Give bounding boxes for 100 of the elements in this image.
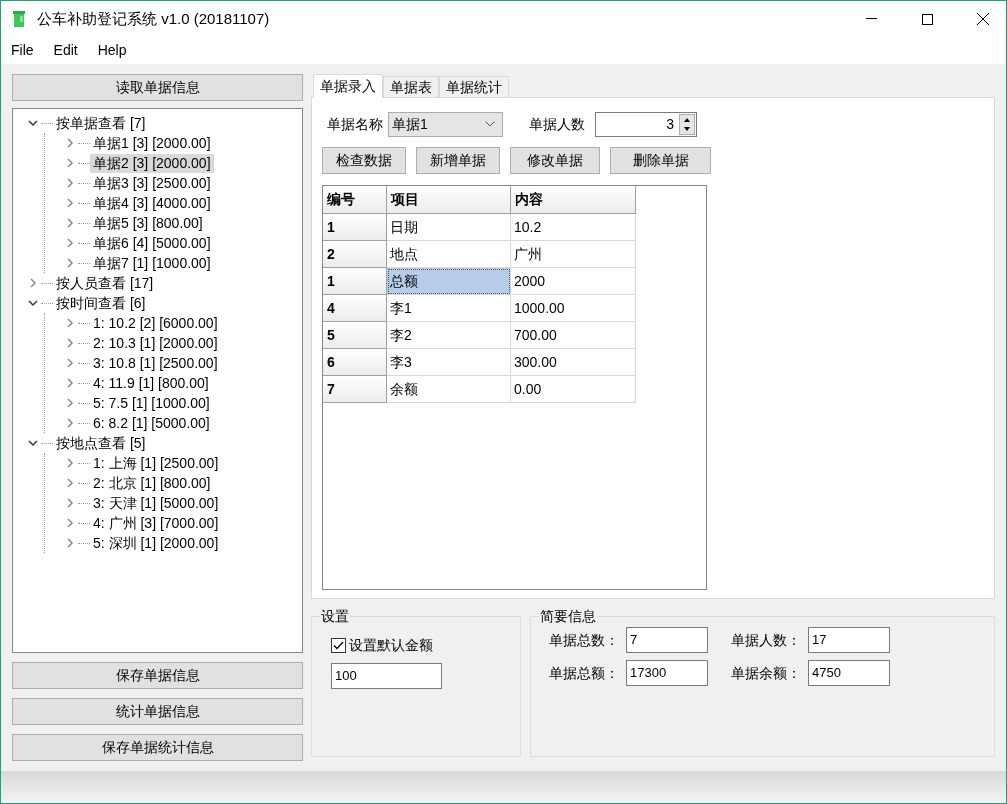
menu-item[interactable]: Edit — [53, 40, 78, 61]
column-header[interactable]: 内容 — [511, 186, 636, 214]
tree-item[interactable]: 1: 上海 [1] [2500.00] — [90, 453, 222, 473]
tree-item[interactable]: 单据5 [3] [800.00] — [90, 213, 206, 233]
table-cell[interactable]: 0.00 — [511, 376, 636, 403]
column-header[interactable]: 项目 — [387, 186, 511, 214]
action-button[interactable]: 修改单据 — [510, 147, 600, 174]
chevron-right-icon[interactable] — [64, 157, 76, 169]
action-button[interactable]: 删除单据 — [610, 147, 711, 174]
tree-item[interactable]: 单据1 [3] [2000.00] — [90, 133, 214, 153]
row-header[interactable]: 4 — [323, 295, 387, 322]
tree-item[interactable]: 按单据查看 [7] — [53, 113, 149, 133]
tab[interactable]: 单据表 — [383, 76, 439, 97]
table-cell[interactable]: 700.00 — [511, 322, 636, 349]
field-label: 单据名称 — [327, 114, 383, 134]
tree-item[interactable]: 按地点查看 [5] — [53, 433, 149, 453]
table-cell[interactable]: 李3 — [387, 349, 511, 376]
tab[interactable]: 单据录入 — [313, 74, 383, 98]
summary-field[interactable]: 4750 — [808, 660, 890, 686]
table-cell[interactable]: 广州 — [511, 241, 636, 268]
table-cell[interactable]: 300.00 — [511, 349, 636, 376]
tree-item[interactable]: 单据3 [3] [2500.00] — [90, 173, 214, 193]
table-cell[interactable]: 10.2 — [511, 214, 636, 241]
tree-item[interactable]: 5: 7.5 [1] [1000.00] — [90, 393, 213, 413]
chevron-right-icon[interactable] — [64, 477, 76, 489]
tree-item[interactable]: 6: 8.2 [1] [5000.00] — [90, 413, 213, 433]
tree-item[interactable]: 单据6 [4] [5000.00] — [90, 233, 214, 253]
summary-field[interactable]: 17 — [808, 627, 890, 653]
summary-label: 单据总额： — [549, 663, 619, 683]
table-cell[interactable]: 李2 — [387, 322, 511, 349]
tree-item[interactable]: 2: 10.3 [1] [2000.00] — [90, 333, 221, 353]
chevron-right-icon[interactable] — [64, 237, 76, 249]
row-header[interactable]: 1 — [323, 268, 387, 295]
app-icon — [13, 11, 25, 27]
chevron-down-icon[interactable] — [27, 117, 39, 129]
chevron-right-icon[interactable] — [64, 337, 76, 349]
tree-item[interactable]: 按时间查看 [6] — [53, 293, 149, 313]
summary-label: 单据余额： — [731, 663, 801, 683]
action-button[interactable]: 保存单据信息 — [12, 662, 303, 689]
chevron-right-icon[interactable] — [64, 417, 76, 429]
tree-item[interactable]: 4: 广州 [3] [7000.00] — [90, 513, 222, 533]
amount-field[interactable]: 100 — [331, 663, 442, 689]
chevron-right-icon[interactable] — [64, 317, 76, 329]
column-header[interactable]: 编号 — [323, 186, 387, 214]
table-cell[interactable]: 2000 — [511, 268, 636, 295]
menu-item[interactable]: Help — [97, 40, 127, 61]
chevron-right-icon[interactable] — [64, 137, 76, 149]
chevron-right-icon[interactable] — [27, 277, 39, 289]
action-button[interactable]: 新增单据 — [416, 147, 500, 174]
row-header[interactable]: 5 — [323, 322, 387, 349]
chevron-right-icon[interactable] — [64, 197, 76, 209]
table-cell[interactable]: 余额 — [387, 376, 511, 403]
chevron-right-icon[interactable] — [64, 257, 76, 269]
menu-item[interactable]: File — [11, 40, 34, 61]
load-button[interactable]: 读取单据信息 — [12, 74, 303, 101]
row-header[interactable]: 6 — [323, 349, 387, 376]
chevron-down-icon — [485, 121, 495, 127]
close-icon — [977, 13, 989, 25]
table-cell[interactable]: 李1 — [387, 295, 511, 322]
chevron-down-icon[interactable] — [27, 437, 39, 449]
chevron-down-icon[interactable] — [27, 297, 39, 309]
maximize-icon — [921, 13, 933, 25]
tree-item[interactable]: 单据2 [3] [2000.00] — [90, 153, 214, 173]
checkbox-label[interactable]: 设置默认金额 — [349, 635, 433, 656]
chevron-right-icon[interactable] — [64, 517, 76, 529]
chevron-right-icon[interactable] — [64, 177, 76, 189]
tab[interactable]: 单据统计 — [439, 76, 509, 97]
tree-item[interactable]: 单据7 [1] [1000.00] — [90, 253, 214, 273]
chevron-right-icon[interactable] — [64, 377, 76, 389]
chevron-right-icon[interactable] — [64, 357, 76, 369]
chevron-right-icon[interactable] — [64, 457, 76, 469]
count-spinbox[interactable]: 3 — [595, 111, 697, 137]
tree-item[interactable]: 3: 天津 [1] [5000.00] — [90, 493, 222, 513]
chevron-right-icon[interactable] — [64, 537, 76, 549]
row-header[interactable]: 2 — [323, 241, 387, 268]
row-header[interactable]: 7 — [323, 376, 387, 403]
action-button[interactable]: 检查数据 — [322, 147, 406, 174]
summary-field[interactable]: 7 — [626, 627, 708, 653]
action-button[interactable]: 保存单据统计信息 — [12, 734, 303, 761]
tree-item[interactable]: 4: 11.9 [1] [800.00] — [90, 373, 212, 393]
table-cell[interactable]: 1000.00 — [511, 295, 636, 322]
checkbox[interactable] — [331, 638, 346, 653]
name-dropdown[interactable]: 单据1 — [388, 111, 503, 137]
summary-field[interactable]: 17300 — [626, 660, 708, 686]
action-button[interactable]: 统计单据信息 — [12, 698, 303, 725]
field-label: 单据人数 — [529, 114, 585, 134]
table-cell[interactable]: 日期 — [387, 214, 511, 241]
summary-label: 单据总数： — [549, 630, 619, 650]
tree-item[interactable]: 1: 10.2 [2] [6000.00] — [90, 313, 221, 333]
tree-item[interactable]: 单据4 [3] [4000.00] — [90, 193, 214, 213]
tree-item[interactable]: 5: 深圳 [1] [2000.00] — [90, 533, 222, 553]
tree-item[interactable]: 2: 北京 [1] [800.00] — [90, 473, 214, 493]
chevron-right-icon[interactable] — [64, 397, 76, 409]
chevron-right-icon[interactable] — [64, 217, 76, 229]
table-cell[interactable]: 总额 — [387, 268, 511, 295]
chevron-right-icon[interactable] — [64, 497, 76, 509]
tree-item[interactable]: 3: 10.8 [1] [2500.00] — [90, 353, 221, 373]
row-header[interactable]: 1 — [323, 214, 387, 241]
tree-item[interactable]: 按人员查看 [17] — [53, 273, 157, 293]
window-title: 公车补助登记系统 v1.0 (20181107) — [37, 8, 270, 29]
